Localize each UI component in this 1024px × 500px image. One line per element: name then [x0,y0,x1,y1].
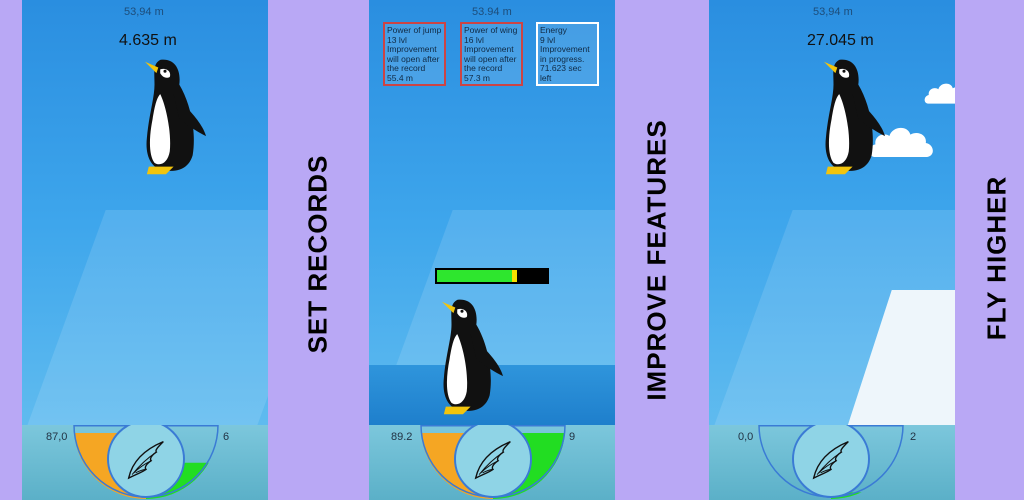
caption-strip-1: SET RECORDS [268,0,369,500]
energy-bar [435,268,549,284]
right-gauge-value: 9 [569,431,576,443]
penguin-sprite [122,56,208,180]
upgrade-requirement: 55.4 m [387,72,413,83]
iceberg [846,290,955,430]
upgrade-timer: left [540,72,552,83]
best-record-label: 53,94 m [813,6,853,18]
power-gauge [420,425,566,500]
current-height-label: 4.635 m [119,32,177,49]
caption-strip-3: FLY HIGHER [955,0,1024,500]
penguin-sprite [419,296,505,420]
current-height-label: 27.045 m [807,32,874,49]
energy-bar-fill [437,270,512,282]
left-gauge-value: 0,0 [738,431,754,443]
upgrade-wing-box[interactable]: Power of wing 16 lvl Improvement will op… [460,22,523,86]
upgrade-jump-box[interactable]: Power of jump 13 lvl Improvement will op… [383,22,446,86]
caption-strip-2: IMPROVE FEATURES [615,0,709,500]
caption-improve-features: IMPROVE FEATURES [641,119,672,401]
power-gauge [758,425,904,500]
game-screen-3: 53,94 m 27.045 m 0,0 2 [709,0,955,500]
penguin-sprite [801,56,887,180]
best-record-label: 53.94 m [472,6,512,18]
best-record-label: 53,94 m [124,6,164,18]
left-gauge-value: 89.2 [391,431,413,443]
left-gauge-value: 87,0 [46,431,68,443]
energy-bar-marker [512,270,517,282]
caption-set-records: SET RECORDS [302,154,333,354]
right-gauge-value: 2 [910,431,917,443]
game-screen-1: 53,94 m 4.635 m 87,0 6 [22,0,268,500]
game-screen-2: 53.94 m Power of jump 13 lvl Improvement… [369,0,615,500]
right-gauge-value: 6 [223,431,230,443]
upgrade-energy-box[interactable]: Energy 9 lvl Improvement in progress. 71… [536,22,599,86]
power-gauge [73,425,219,500]
caption-fly-higher: FLY HIGHER [981,175,1012,341]
cloud-sprite [923,74,955,114]
upgrade-requirement: 57.3 m [464,72,490,83]
